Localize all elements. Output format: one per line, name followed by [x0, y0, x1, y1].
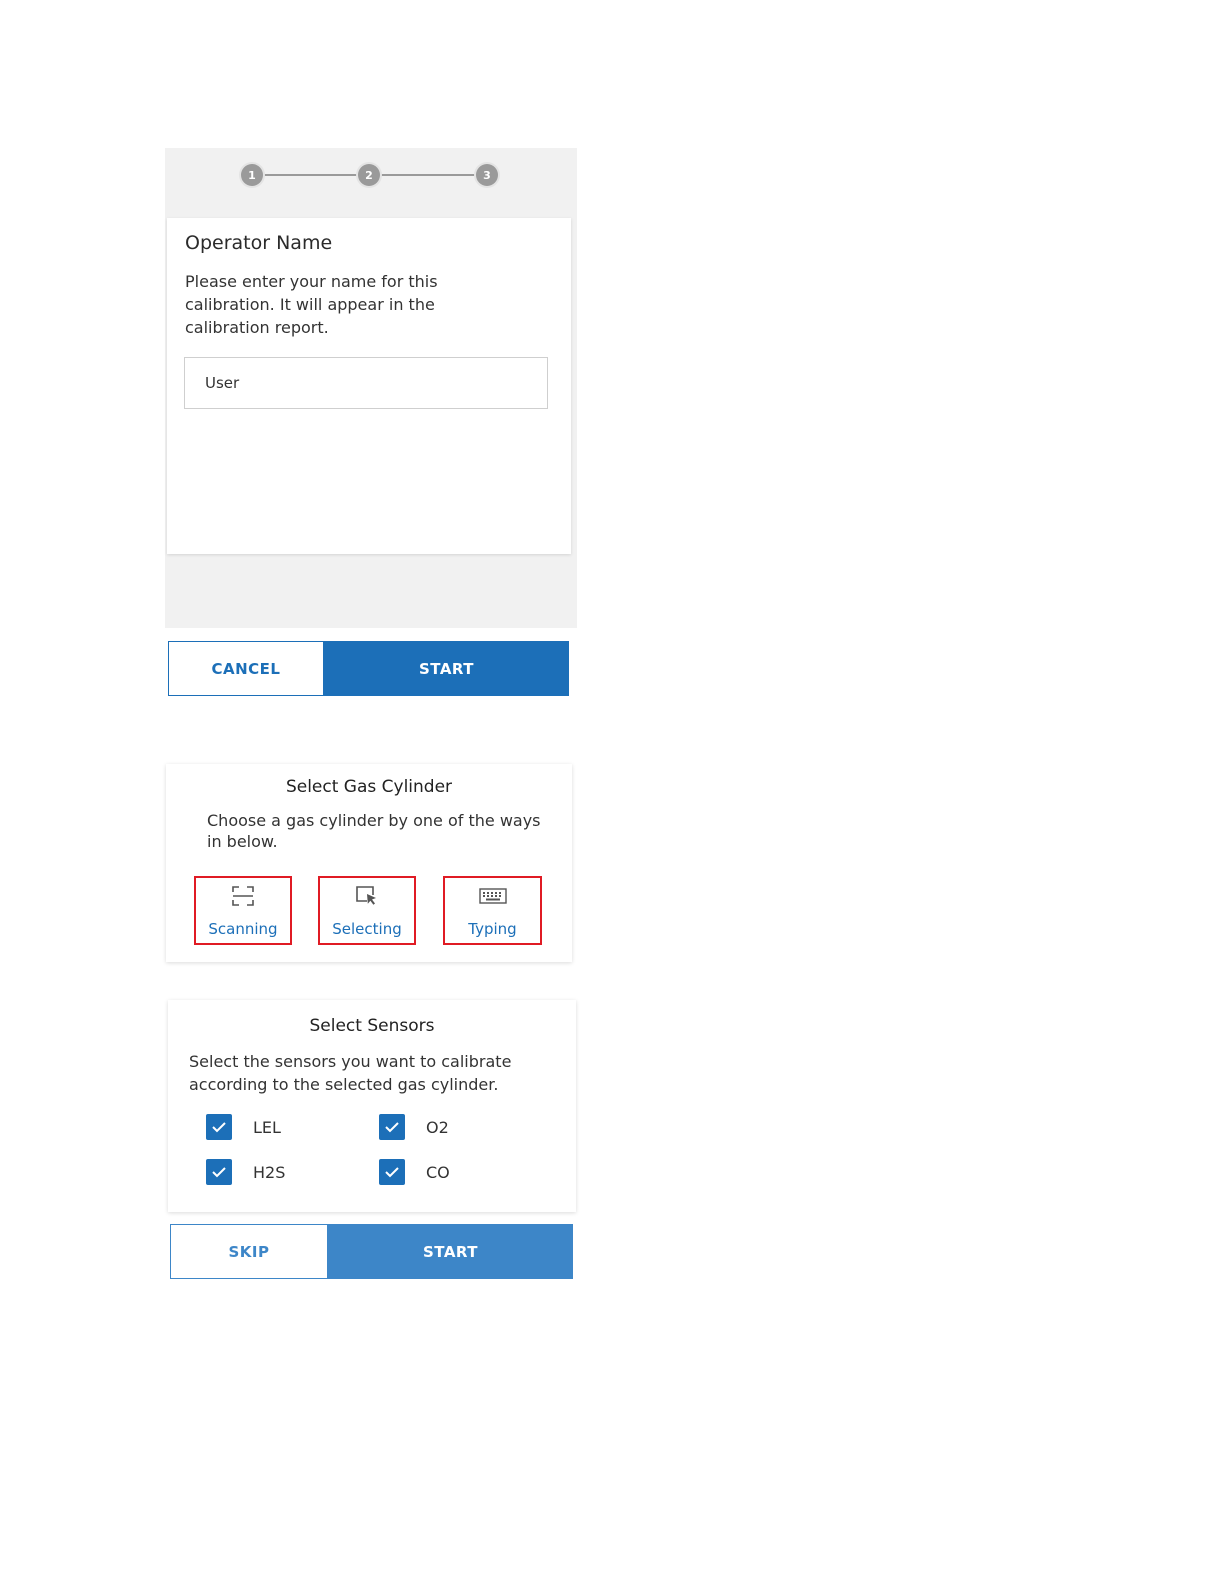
checkmark-icon — [212, 1167, 226, 1178]
sensors-start-button[interactable]: START — [328, 1224, 573, 1279]
operator-card: Operator Name Please enter your name for… — [167, 218, 571, 554]
selecting-option[interactable]: Selecting — [318, 876, 416, 945]
operator-button-row: CANCEL START — [168, 641, 569, 696]
scan-frame-icon — [232, 884, 254, 908]
lel-checkbox[interactable] — [206, 1114, 232, 1140]
cursor-select-icon — [355, 884, 379, 908]
typing-option[interactable]: Typing — [443, 876, 542, 945]
gas-cylinder-card: Select Gas Cylinder Choose a gas cylinde… — [166, 764, 572, 962]
step-1: 1 — [241, 164, 263, 186]
o2-checkbox[interactable] — [379, 1114, 405, 1140]
sensors-title: Select Sensors — [309, 1016, 435, 1036]
sensors-description: Select the sensors you want to calibrate… — [189, 1052, 512, 1094]
scanning-label: Scanning — [208, 920, 278, 938]
gas-cylinder-description: Choose a gas cylinder by one of the ways… — [207, 811, 541, 851]
o2-label: O2 — [426, 1118, 449, 1137]
h2s-checkbox[interactable] — [206, 1159, 232, 1185]
lel-label: LEL — [253, 1118, 281, 1137]
checkmark-icon — [212, 1122, 226, 1133]
keyboard-icon — [478, 884, 507, 908]
checkmark-icon — [385, 1122, 399, 1133]
step-2: 2 — [358, 164, 380, 186]
sensors-button-row: SKIP START — [170, 1224, 573, 1279]
gas-cylinder-title: Select Gas Cylinder — [285, 777, 453, 797]
step-3: 3 — [476, 164, 498, 186]
operator-screen: 1 2 3 Operator Name Please enter your na… — [165, 148, 577, 628]
h2s-label: H2S — [253, 1163, 286, 1182]
start-button[interactable]: START — [324, 641, 569, 696]
step-connector — [380, 174, 476, 176]
step-connector — [262, 174, 358, 176]
operator-description: Please enter your name for this calibrat… — [185, 272, 438, 337]
checkmark-icon — [385, 1167, 399, 1178]
selecting-label: Selecting — [332, 920, 402, 938]
co-label: CO — [426, 1163, 450, 1182]
typing-label: Typing — [468, 920, 517, 938]
operator-name-input[interactable] — [184, 357, 548, 409]
cancel-button[interactable]: CANCEL — [168, 641, 324, 696]
operator-title: Operator Name — [185, 232, 333, 254]
progress-stepper: 1 2 3 — [165, 148, 577, 218]
scanning-option[interactable]: Scanning — [194, 876, 292, 945]
sensors-card: Select Sensors Select the sensors you wa… — [168, 1000, 576, 1212]
co-checkbox[interactable] — [379, 1159, 405, 1185]
skip-button[interactable]: SKIP — [170, 1224, 328, 1279]
